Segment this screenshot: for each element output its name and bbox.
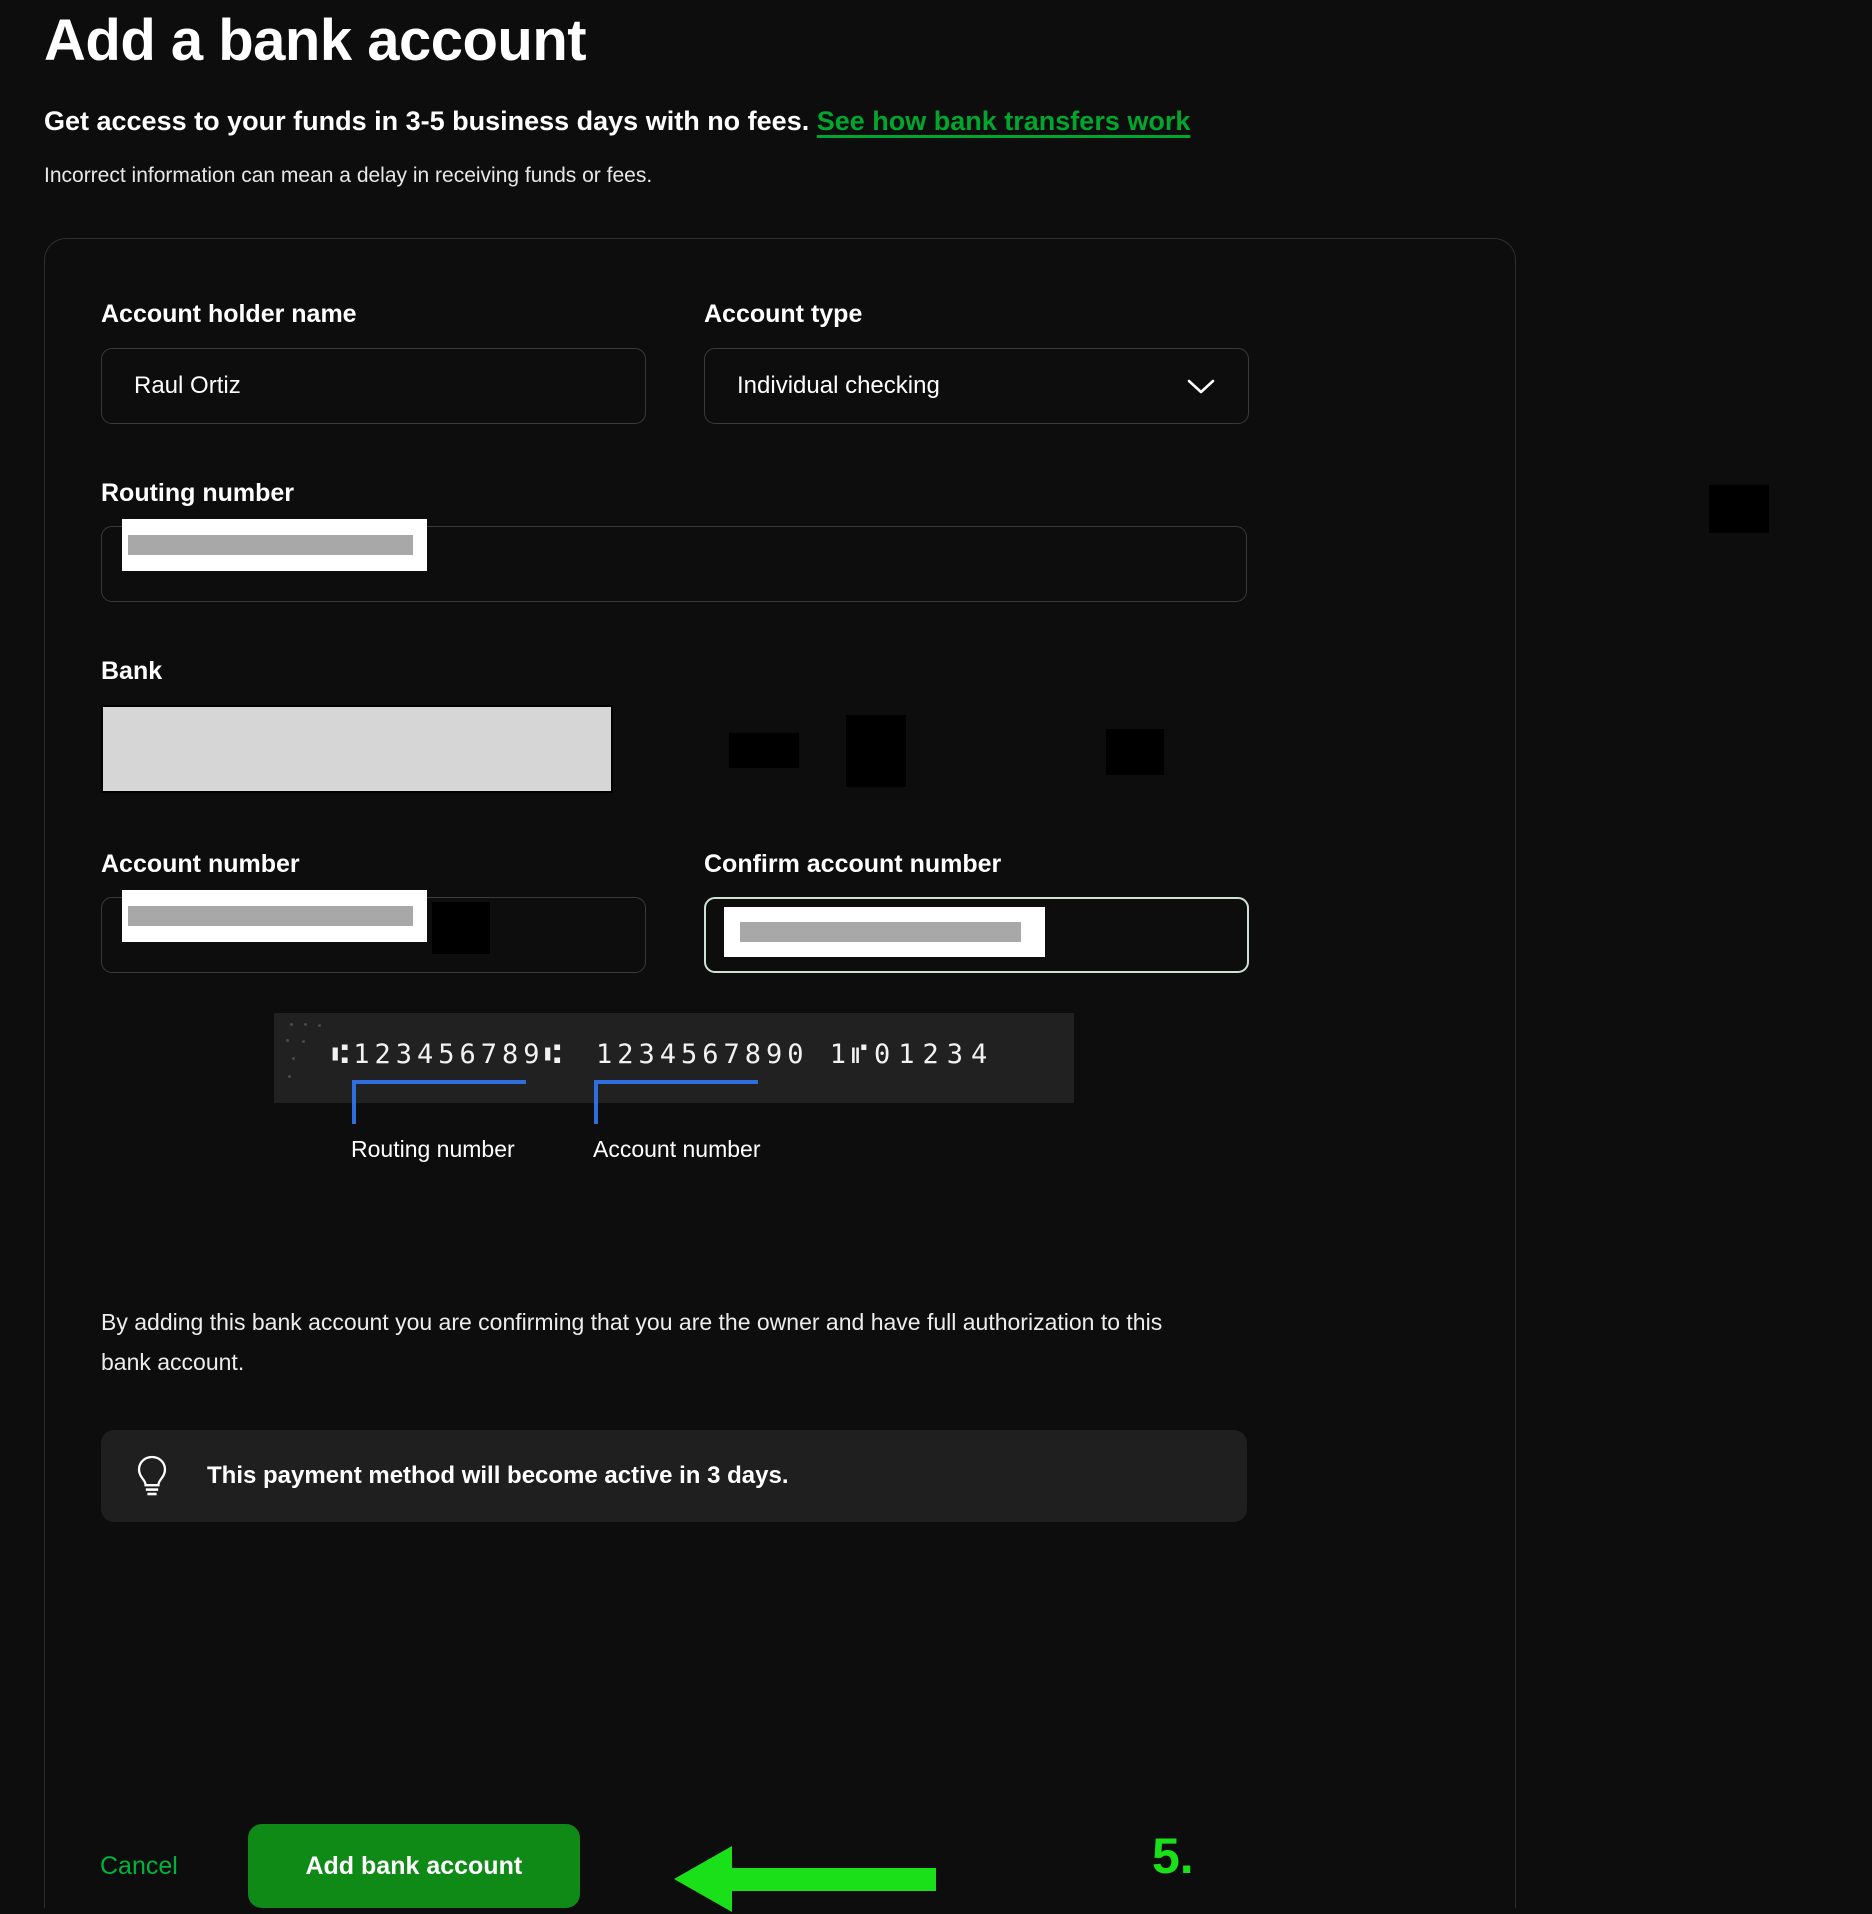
- page-title: Add a bank account: [44, 0, 1872, 75]
- routing-number-label: Routing number: [101, 480, 1459, 508]
- confirm-account-number-input[interactable]: [704, 897, 1249, 973]
- account-number-group: Account number: [101, 851, 646, 974]
- confirm-account-number-group: Confirm account number: [704, 851, 1249, 974]
- account-number-redaction: [122, 890, 427, 942]
- form-actions: Cancel Add bank account: [100, 1824, 580, 1908]
- stray-redaction-box: [1709, 485, 1769, 533]
- routing-number-bracket: [352, 1080, 526, 1124]
- account-holder-name-label: Account holder name: [101, 301, 646, 329]
- cancel-button[interactable]: Cancel: [100, 1852, 178, 1881]
- routing-number-redaction: [122, 519, 427, 571]
- left-arrow-icon: [674, 1844, 936, 1914]
- page-header: Add a bank account Get access to your fu…: [0, 0, 1872, 188]
- bank-redaction-box-3: [1106, 729, 1164, 775]
- confirm-account-number-label: Confirm account number: [704, 851, 1249, 879]
- check-routing-caption: Routing number: [351, 1136, 515, 1163]
- ownership-disclaimer: By adding this bank account you are conf…: [101, 1303, 1216, 1382]
- chevron-down-icon: [1186, 377, 1216, 395]
- check-micr-check-number: 01234: [874, 1039, 995, 1070]
- activation-tip-banner: This payment method will become active i…: [101, 1430, 1247, 1522]
- account-holder-name-group: Account holder name Raul Ortiz: [101, 301, 646, 424]
- bank-redaction-box-2: [846, 715, 906, 787]
- routing-number-input[interactable]: [101, 526, 1247, 602]
- check-account-caption: Account number: [593, 1136, 760, 1163]
- account-type-value: Individual checking: [737, 372, 940, 400]
- bank-redaction-block: [101, 705, 613, 793]
- routing-number-group: Routing number: [101, 480, 1459, 603]
- account-type-select[interactable]: Individual checking: [704, 348, 1249, 424]
- add-bank-account-button[interactable]: Add bank account: [248, 1824, 580, 1908]
- bank-redaction-box-1: [729, 733, 799, 768]
- account-number-label: Account number: [101, 851, 646, 879]
- bank-label: Bank: [101, 658, 1459, 686]
- account-holder-name-value: Raul Ortiz: [134, 372, 241, 400]
- page-note: Incorrect information can mean a delay i…: [44, 164, 1872, 188]
- account-number-redaction-box: [432, 902, 490, 954]
- lightbulb-icon: [135, 1454, 169, 1498]
- check-micr-routing: ⑆123456789⑆: [332, 1039, 566, 1070]
- account-holder-name-input[interactable]: Raul Ortiz: [101, 348, 646, 424]
- bank-transfers-link[interactable]: See how bank transfers work: [817, 106, 1191, 136]
- subtitle-text: Get access to your funds in 3-5 business…: [44, 106, 809, 136]
- activation-tip-text: This payment method will become active i…: [207, 1462, 789, 1490]
- check-micr-account: 1234567890 1⑈: [596, 1039, 872, 1070]
- bank-input-row[interactable]: [101, 705, 1459, 801]
- confirm-account-number-redaction: [724, 907, 1045, 957]
- annotation-step-number: 5.: [1152, 1827, 1194, 1885]
- page-subtitle: Get access to your funds in 3-5 business…: [44, 105, 1872, 139]
- account-type-group: Account type Individual checking: [704, 301, 1249, 424]
- account-type-label: Account type: [704, 301, 1249, 329]
- bank-group: Bank: [101, 658, 1459, 801]
- form-row-name-type: Account holder name Raul Ortiz Account t…: [101, 301, 1459, 424]
- account-number-bracket: [594, 1080, 758, 1124]
- form-row-account-numbers: Account number Confirm account number: [101, 851, 1459, 974]
- account-number-input[interactable]: [101, 897, 646, 973]
